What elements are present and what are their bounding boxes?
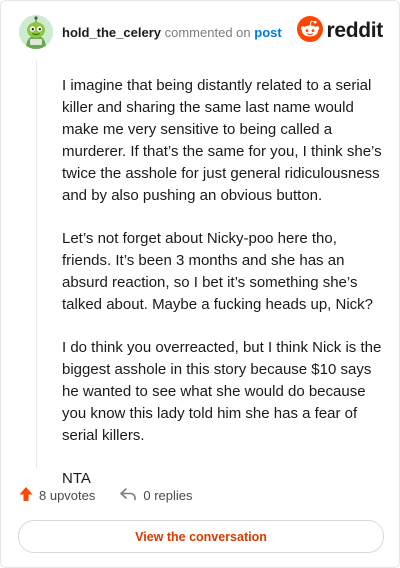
comment-body: I imagine that being distantly related t… [62,75,387,511]
upvote-count: 8 upvotes [39,487,96,503]
comment-paragraph: Let’s not forget about Nicky-poo here th… [62,230,374,313]
comment-card: hold_the_celery commented on post reddit [0,0,400,568]
view-conversation-button[interactable]: View the conversation [18,520,384,553]
byline: hold_the_celery commented on post [62,25,282,41]
comment-paragraph: I do think you overreacted, but I think … [62,339,382,444]
reddit-wordmark: reddit [326,19,383,42]
username[interactable]: hold_the_celery [62,25,161,40]
comment-actions: 8 upvotes 0 replies [19,485,193,505]
reddit-logo-icon [297,15,324,47]
upvote-button[interactable]: 8 upvotes [19,486,95,505]
reply-count: 0 replies [143,487,193,503]
comment-paragraph: I imagine that being distantly related t… [62,77,382,204]
comment-header: hold_the_celery commented on post reddit [19,15,383,51]
reddit-logo[interactable]: reddit [297,15,383,47]
upvote-arrow-icon [19,486,39,505]
replies-button[interactable]: 0 replies [119,487,193,504]
commented-on-text: commented on [164,25,251,40]
post-link[interactable]: post [254,25,281,40]
avatar[interactable] [19,15,53,49]
reply-arrow-icon [119,487,143,504]
thread-line[interactable] [36,61,37,469]
